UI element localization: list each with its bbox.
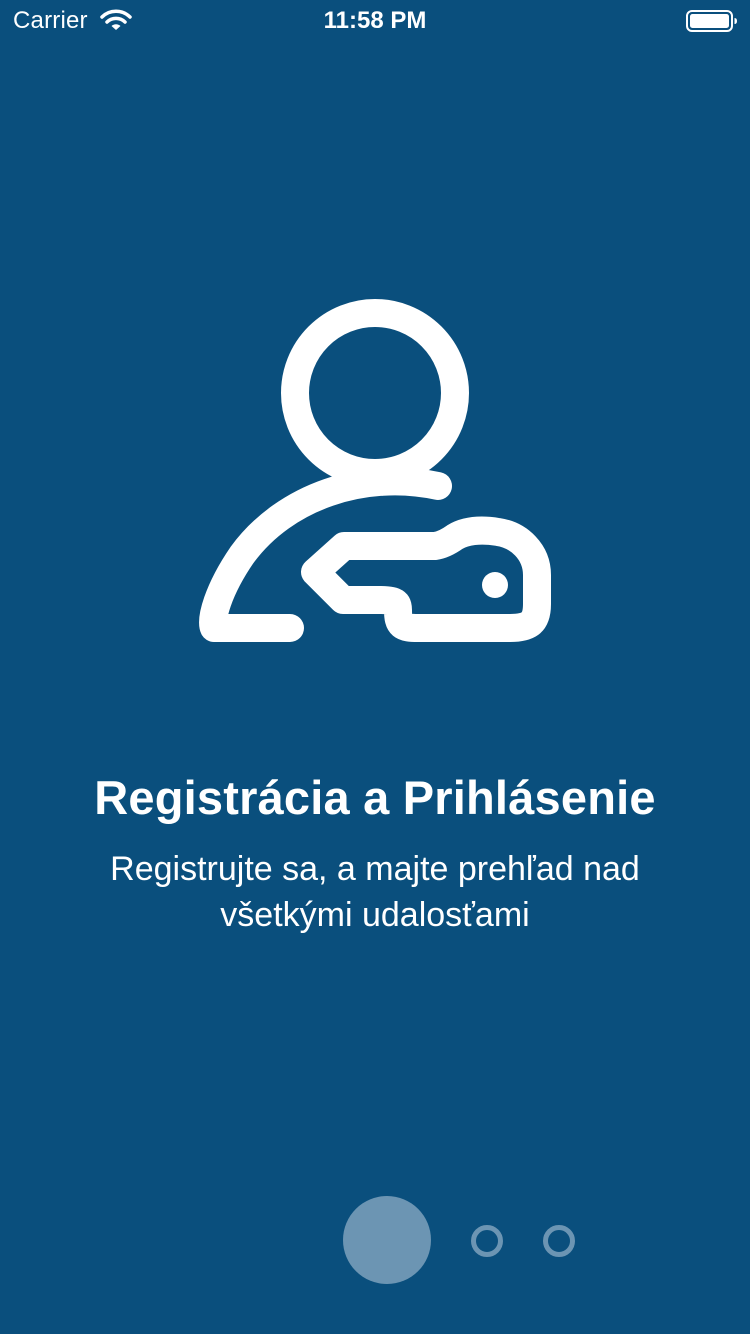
page-dot-1-active[interactable] (343, 1196, 431, 1284)
onboarding-subtitle: Registrujte sa, a majte prehľad nad všet… (110, 850, 640, 934)
onboarding-title: Registrácia a Prihlásenie (94, 771, 656, 824)
key-hole (482, 572, 508, 598)
page-dot-2[interactable] (471, 1225, 503, 1257)
page-dot-3[interactable] (543, 1225, 575, 1257)
battery-full-icon (686, 10, 737, 32)
status-bar: Carrier 11:58 PM (0, 0, 750, 40)
page-indicator[interactable] (0, 1196, 750, 1286)
status-time: 11:58 PM (323, 7, 427, 34)
user-key-icon (199, 299, 551, 642)
